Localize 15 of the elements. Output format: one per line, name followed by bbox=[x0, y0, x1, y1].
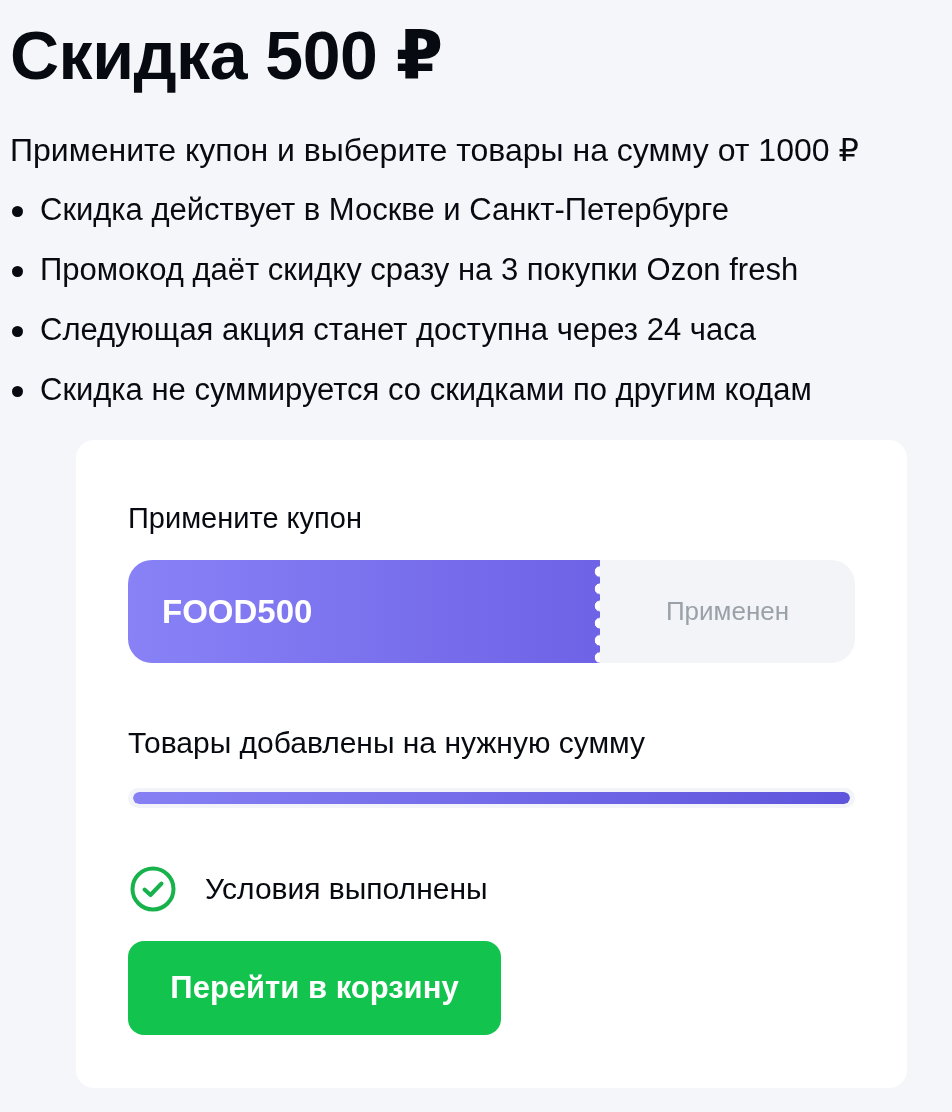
page-title: Скидка 500 ₽ bbox=[10, 16, 443, 95]
condition-text: Промокод даёт скидку сразу на 3 покупки Ozon fresh bbox=[40, 251, 799, 289]
bullet-icon bbox=[12, 385, 23, 397]
condition-text: Скидка не суммируется со скидками по другим кодам bbox=[40, 371, 812, 409]
bullet-icon bbox=[12, 325, 23, 337]
condition-text: Скидка действует в Москве и Санкт-Петербурге bbox=[40, 191, 729, 229]
coupon-label: Примените купон bbox=[128, 501, 362, 536]
go-to-cart-button[interactable]: Перейти в корзину bbox=[128, 941, 501, 1035]
coupon-ticket: FOOD500 bbox=[128, 560, 600, 663]
bullet-icon bbox=[12, 265, 23, 277]
progress-label: Товары добавлены на нужную сумму bbox=[128, 725, 646, 761]
subtitle-text: Примените купон и выберите товары на сумму от 1000 ₽ bbox=[10, 131, 859, 170]
bullet-icon bbox=[12, 205, 23, 217]
condition-text: Следующая акция станет доступна через 24 часа bbox=[40, 311, 756, 349]
conditions-status-text: Условия выполнены bbox=[205, 871, 488, 907]
